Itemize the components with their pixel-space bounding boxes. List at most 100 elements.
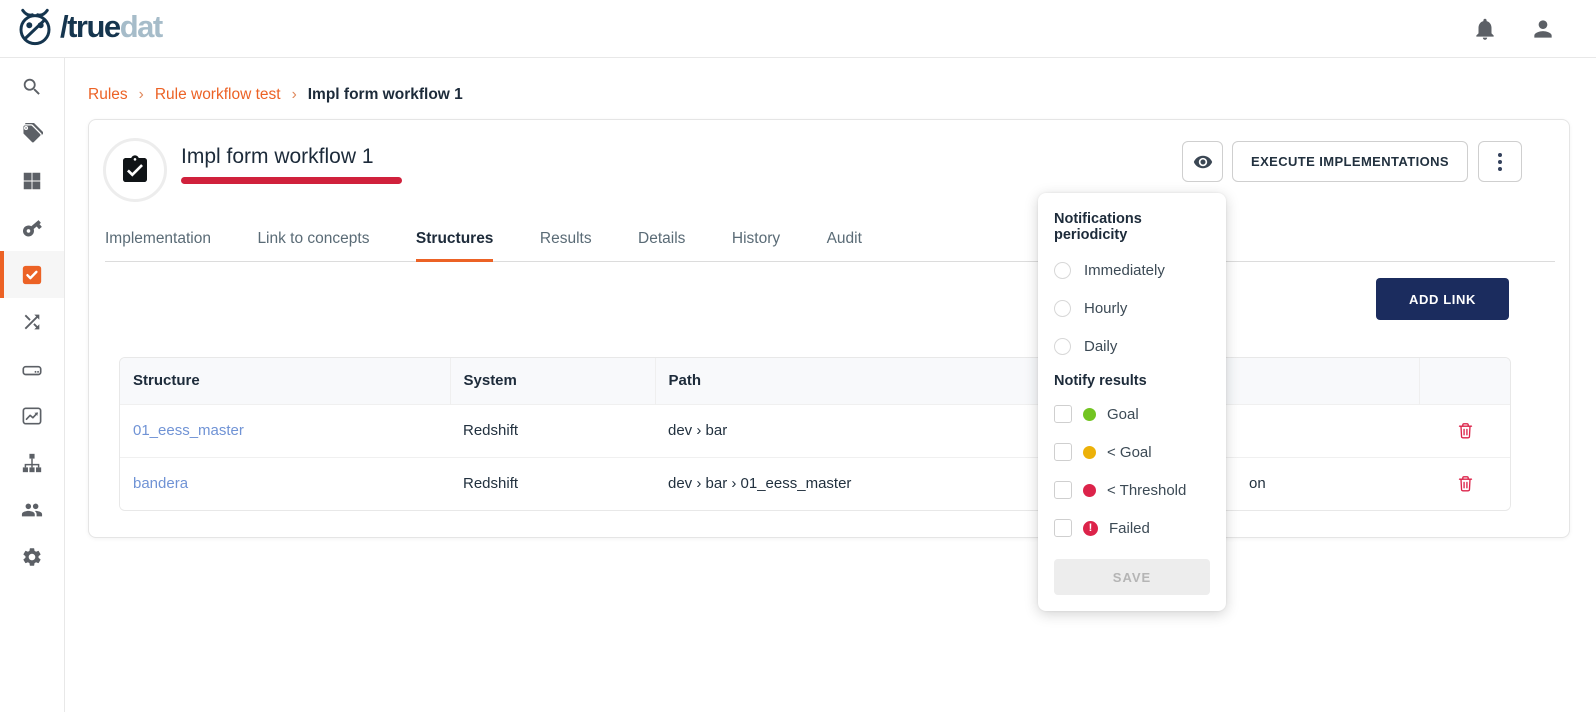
column-header-actions	[1419, 358, 1511, 404]
execute-implementations-button[interactable]: EXECUTE IMPLEMENTATIONS	[1232, 141, 1468, 182]
table-row: bandera Redshift dev › bar › 01_eess_mas…	[120, 457, 1511, 510]
radio-icon[interactable]	[1054, 338, 1071, 355]
notify-results-title: Notify results	[1054, 373, 1210, 389]
sidebar-item-taxonomy[interactable]	[0, 439, 64, 486]
notifications-popup: Notifications periodicity Immediately Ho…	[1038, 193, 1226, 611]
trash-icon	[1456, 474, 1475, 493]
system-cell: Redshift	[450, 457, 655, 510]
key-icon	[21, 217, 43, 239]
tab-results[interactable]: Results	[540, 222, 592, 262]
breadcrumb-rule-workflow-test[interactable]: Rule workflow test	[155, 86, 281, 104]
hard-drive-icon	[21, 358, 43, 380]
hidden-column-cell: on	[1215, 457, 1419, 510]
breadcrumb-separator: ›	[292, 86, 297, 104]
kebab-dot	[1498, 153, 1502, 157]
tab-implementation[interactable]: Implementation	[105, 222, 211, 262]
top-bar: /truedat	[0, 0, 1596, 58]
check-option-failed[interactable]: ! Failed	[1054, 509, 1210, 547]
truedat-logo[interactable]: /truedat	[14, 6, 162, 48]
check-label: < Goal	[1107, 444, 1152, 461]
radio-icon[interactable]	[1054, 300, 1071, 317]
tab-audit[interactable]: Audit	[827, 222, 862, 262]
radio-icon[interactable]	[1054, 262, 1071, 279]
radio-option-hourly[interactable]: Hourly	[1054, 289, 1210, 327]
breadcrumb-rules[interactable]: Rules	[88, 86, 128, 104]
column-header-structure: Structure	[120, 358, 450, 404]
periodicity-title: Notifications periodicity	[1054, 211, 1210, 243]
sitemap-icon	[21, 452, 43, 474]
sidebar-item-quality-rules[interactable]	[0, 251, 64, 298]
add-link-button[interactable]: ADD LINK	[1376, 278, 1509, 320]
check-label: Failed	[1109, 520, 1150, 537]
kebab-dot	[1498, 167, 1502, 171]
chart-line-icon	[21, 405, 43, 427]
breadcrumb: Rules › Rule workflow test › Impl form w…	[88, 86, 463, 104]
sidebar-item-search[interactable]	[0, 63, 64, 110]
eye-icon	[1193, 152, 1213, 172]
grid-icon	[21, 170, 43, 192]
breadcrumb-current: Impl form workflow 1	[308, 86, 463, 104]
user-icon[interactable]	[1530, 16, 1556, 42]
checkbox-icon[interactable]	[1054, 519, 1072, 537]
tags-icon	[21, 123, 43, 145]
structure-link[interactable]: 01_eess_master	[133, 422, 244, 439]
check-option-lt-goal[interactable]: < Goal	[1054, 433, 1210, 471]
tab-history[interactable]: History	[732, 222, 780, 262]
delete-structure-button[interactable]	[1456, 474, 1475, 493]
entity-avatar	[103, 138, 167, 202]
sidebar-item-dashboards[interactable]	[0, 392, 64, 439]
radio-label: Daily	[1084, 338, 1117, 355]
gear-icon	[21, 546, 43, 568]
radio-label: Immediately	[1084, 262, 1165, 279]
check-square-icon	[21, 264, 43, 286]
tab-details[interactable]: Details	[638, 222, 685, 262]
check-option-goal[interactable]: Goal	[1054, 395, 1210, 433]
sidebar-item-groups[interactable]	[0, 486, 64, 533]
more-options-button[interactable]	[1478, 141, 1522, 182]
delete-structure-button[interactable]	[1456, 421, 1475, 440]
structures-table: Structure System Path 01_eess_master Red…	[119, 357, 1511, 511]
radio-option-immediately[interactable]: Immediately	[1054, 251, 1210, 289]
checkbox-icon[interactable]	[1054, 405, 1072, 423]
column-header-system: System	[450, 358, 655, 404]
sidebar-item-permissions[interactable]	[0, 204, 64, 251]
sidebar-item-catalog[interactable]	[0, 157, 64, 204]
lt-goal-status-dot-icon	[1083, 446, 1096, 459]
page-title: Impl form workflow 1	[181, 145, 374, 169]
column-header-hidden	[1215, 358, 1419, 404]
search-icon	[21, 76, 43, 98]
table-header-row: Structure System Path	[120, 358, 1511, 404]
users-icon	[21, 499, 43, 521]
kebab-dot	[1498, 160, 1502, 164]
tab-link-to-concepts[interactable]: Link to concepts	[257, 222, 369, 262]
check-label: < Threshold	[1107, 482, 1186, 499]
checkbox-icon[interactable]	[1054, 443, 1072, 461]
checkbox-icon[interactable]	[1054, 481, 1072, 499]
check-option-lt-threshold[interactable]: < Threshold	[1054, 471, 1210, 509]
tab-bar: Implementation Link to concepts Structur…	[105, 222, 1555, 262]
sidebar-item-systems[interactable]	[0, 345, 64, 392]
sidebar-item-settings[interactable]	[0, 533, 64, 580]
owl-logo-icon	[14, 6, 56, 48]
hidden-column-cell	[1215, 404, 1419, 457]
check-label: Goal	[1107, 406, 1139, 423]
shuffle-icon	[21, 311, 43, 333]
sidebar-item-glossary[interactable]	[0, 110, 64, 157]
table-row: 01_eess_master Redshift dev › bar	[120, 404, 1511, 457]
sidebar	[0, 58, 65, 712]
radio-option-daily[interactable]: Daily	[1054, 327, 1210, 365]
tab-structures[interactable]: Structures	[416, 222, 494, 262]
brand-text: /truedat	[60, 9, 162, 45]
lt-threshold-status-dot-icon	[1083, 484, 1096, 497]
goal-status-dot-icon	[1083, 408, 1096, 421]
system-cell: Redshift	[450, 404, 655, 457]
structure-link[interactable]: bandera	[133, 475, 188, 492]
clipboard-check-icon	[119, 154, 151, 186]
sidebar-item-lineage[interactable]	[0, 298, 64, 345]
bell-icon[interactable]	[1472, 16, 1498, 42]
breadcrumb-separator: ›	[139, 86, 144, 104]
save-button[interactable]: SAVE	[1054, 559, 1210, 595]
preview-eye-button[interactable]	[1182, 141, 1223, 182]
title-underline-bar	[181, 177, 402, 184]
failed-exclamation-icon: !	[1083, 521, 1098, 536]
